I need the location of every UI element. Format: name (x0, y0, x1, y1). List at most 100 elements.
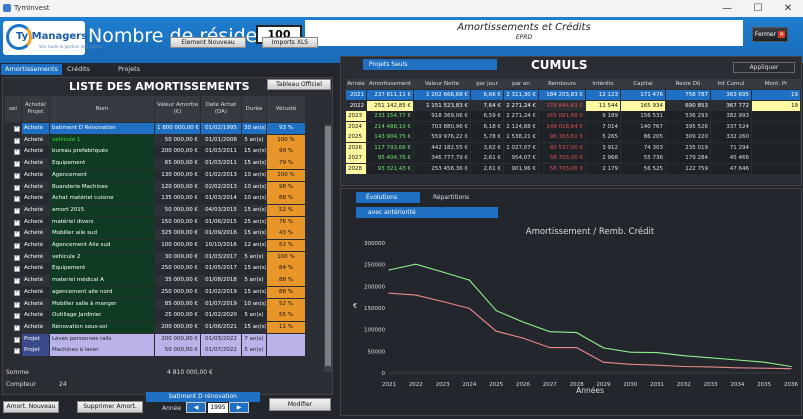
amort-col-header[interactable]: Date Achat (DA) (201, 96, 241, 122)
table-row[interactable]: 2027 95 404,76 €346 777,79 €2,61 €954,07 … (346, 153, 802, 164)
cell-vetuste: 52 % (267, 298, 305, 310)
table-row[interactable]: 2024 214 488,10 €703 880,96 €6,18 €2 124,… (346, 121, 802, 133)
table-row[interactable]: 2026 117 793,66 €442 182,55 €3,62 €1 027,… (346, 142, 802, 154)
row-checkbox[interactable] (14, 311, 20, 320)
table-row[interactable]: 2025 143 904,75 €559 976,22 €5,78 €1 538,… (346, 132, 802, 143)
row-checkbox[interactable] (14, 124, 20, 133)
cumuls-col-header[interactable]: par jour (471, 79, 503, 89)
amortissements-panel: LISTE DES AMORTISSEMENTS Tableau Officie… (2, 77, 333, 395)
cumuls-col-header[interactable]: Année (346, 79, 366, 89)
table-row[interactable]: 2022 251 142,85 €1 151 523,83 €7,64 €2 27… (346, 100, 802, 112)
header-banner: Amortissements et Crédits EPRD (305, 20, 743, 46)
row-checkbox[interactable] (14, 276, 20, 285)
table-row[interactable]: ProjetLèves personnes rails200 000,00 €0… (5, 333, 323, 346)
anteriorite-toggle[interactable]: avec antériorité (356, 207, 498, 218)
amort-scrollbar[interactable] (324, 124, 332, 372)
cumuls-col-header[interactable]: Reste Dû (666, 79, 710, 89)
table-row[interactable]: Achetévehicule 230 000,00 €01/03/20175 a… (5, 251, 323, 264)
row-checkbox[interactable] (14, 253, 20, 262)
row-checkbox[interactable] (14, 346, 20, 355)
maximize-button[interactable]: ☐ (743, 2, 773, 15)
row-checkbox[interactable] (14, 171, 20, 180)
table-row[interactable]: AchetéEquipement65 000,00 €01/03/201115 … (5, 158, 323, 170)
cell-type: Acheté (22, 169, 49, 181)
table-row[interactable]: AchetéMobilier aile sud325 000,00 €01/09… (5, 228, 323, 240)
cumuls-col-header[interactable]: Int Cumul (711, 79, 751, 89)
table-row[interactable]: AchetéAchat matériel cuisine135 000,00 €… (5, 193, 323, 205)
scroll-thumb[interactable] (325, 126, 331, 366)
row-checkbox[interactable] (14, 229, 20, 238)
cumuls-col-header[interactable]: Capital (621, 79, 665, 89)
table-row[interactable]: AchetéMobilier salle à manger85 000,00 €… (5, 298, 323, 311)
row-checkbox[interactable] (14, 288, 20, 297)
table-row[interactable]: Achetébatiment D Rénovation1 800 000,00 … (5, 123, 323, 135)
year-next-button[interactable]: ▶ (229, 402, 249, 413)
element-nouveau-button[interactable]: Element Nouveau (170, 37, 246, 48)
cell-duree: 5 an(s) (242, 134, 266, 146)
amort-col-header[interactable]: sel (5, 96, 21, 122)
cumuls-cell: 1 027,07 € (504, 142, 538, 153)
table-row[interactable]: AchetéOutillage Jardinier25 000,00 €01/0… (5, 310, 323, 322)
tab-evolutions[interactable]: Évolutions (356, 192, 420, 203)
tab-credits[interactable]: Crédits (63, 64, 94, 75)
cumuls-cell: 2 311,30 € (504, 90, 538, 100)
table-row[interactable]: Achetéagencement aile nord250 000,00 €01… (5, 286, 323, 299)
cumuls-col-header[interactable]: par an (504, 79, 538, 89)
tableau-officiel-button[interactable]: Tableau Officiel (267, 79, 331, 90)
table-row[interactable]: Achetébureau prefabriqués200 000,00 €01/… (5, 146, 323, 158)
cell-vetuste: 88 % (267, 193, 305, 205)
tab-projets[interactable]: Projets (114, 64, 144, 75)
minimize-button[interactable]: — (712, 2, 742, 15)
cumuls-col-header[interactable]: Valeur Nette (414, 79, 470, 89)
year-prev-button[interactable]: ◀ (186, 402, 206, 413)
row-checkbox[interactable] (14, 323, 20, 332)
amort-col-header[interactable]: Nom (50, 96, 154, 122)
table-row[interactable]: 2021 237 611,11 €1 202 666,68 €6,66 €2 31… (346, 90, 802, 101)
fermer-button[interactable]: Fermer ✕ (752, 27, 788, 42)
projets-seuls-toggle[interactable]: Projets Seuls (363, 59, 497, 70)
cumuls-col-header[interactable]: Intérêts (586, 79, 620, 89)
cumuls-col-header[interactable]: Amortissement (367, 79, 413, 89)
table-row[interactable]: 2028 93 321,43 €253 456,36 €2,61 €901,96 … (346, 163, 802, 175)
cumuls-col-header[interactable]: Mont. Pr (752, 79, 800, 89)
appliquer-button[interactable]: Appliquer (733, 62, 795, 73)
year-input[interactable]: 1995 (208, 403, 228, 413)
modifier-button[interactable]: Modifier (269, 398, 331, 411)
cumuls-cell: 7 014 (586, 121, 620, 132)
table-row[interactable]: AchetéAgencement Aile sud100 000,00 €10/… (5, 240, 323, 252)
table-row[interactable]: AchetéEquipement250 000,00 €01/05/201715… (5, 263, 323, 275)
imports-xls-button[interactable]: Imports XLS (262, 37, 318, 48)
close-window-button[interactable]: ✕ (773, 2, 803, 15)
cumuls-cell: 3,62 € (471, 142, 503, 153)
row-checkbox[interactable] (14, 194, 20, 203)
amort-col-header[interactable]: Valeur Amortie (€) (155, 96, 200, 122)
table-row[interactable]: AchetéBuanderie Machines120 000,00 €02/0… (5, 181, 323, 194)
supprimer-amort-button[interactable]: Supprimer Amort. (77, 401, 143, 413)
row-checkbox[interactable] (14, 241, 20, 250)
table-row[interactable]: ProjetMachines à laver50 000,00 €01/07/2… (5, 345, 323, 357)
table-row[interactable]: Achetévehicule 150 000,00 €01/01/20085 a… (5, 134, 323, 147)
table-row[interactable]: AchetéRénovation sous-sol200 000,00 €01/… (5, 321, 323, 334)
row-checkbox[interactable] (14, 183, 20, 192)
row-checkbox[interactable] (14, 218, 20, 227)
row-checkbox[interactable] (14, 147, 20, 156)
amort-col-header[interactable]: Acheté/ Projet (22, 96, 49, 122)
row-checkbox[interactable] (14, 206, 20, 215)
table-row[interactable]: Achetémateriel médical A35 000,00 €01/08… (5, 275, 323, 287)
table-row[interactable]: Achetéamort 201550 000,00 €04/03/201515 … (5, 204, 323, 217)
table-row[interactable]: AchetéAgencement130 000,00 €01/02/201310… (5, 169, 323, 182)
cumuls-col-header[interactable]: Rembours (539, 79, 585, 89)
row-checkbox[interactable] (14, 300, 20, 309)
amort-col-header[interactable]: Durée (242, 96, 266, 122)
cell-nom: Achat matériel cuisine (50, 193, 154, 205)
tab-repartitions[interactable]: Répartitions (423, 192, 487, 203)
amort-nouveau-button[interactable]: Amort. Nouveau (3, 401, 59, 413)
row-checkbox[interactable] (14, 264, 20, 273)
tab-amortissements[interactable]: Amortissements (1, 64, 62, 75)
row-checkbox[interactable] (14, 159, 20, 168)
row-checkbox[interactable] (14, 136, 20, 145)
table-row[interactable]: Achetématériel divers150 000,00 €01/06/2… (5, 216, 323, 229)
row-checkbox[interactable] (14, 335, 20, 344)
amort-col-header[interactable]: Vétusté (267, 96, 305, 122)
table-row[interactable]: 2023 233 154,77 €918 369,06 €6,59 €2 271,… (346, 111, 802, 122)
